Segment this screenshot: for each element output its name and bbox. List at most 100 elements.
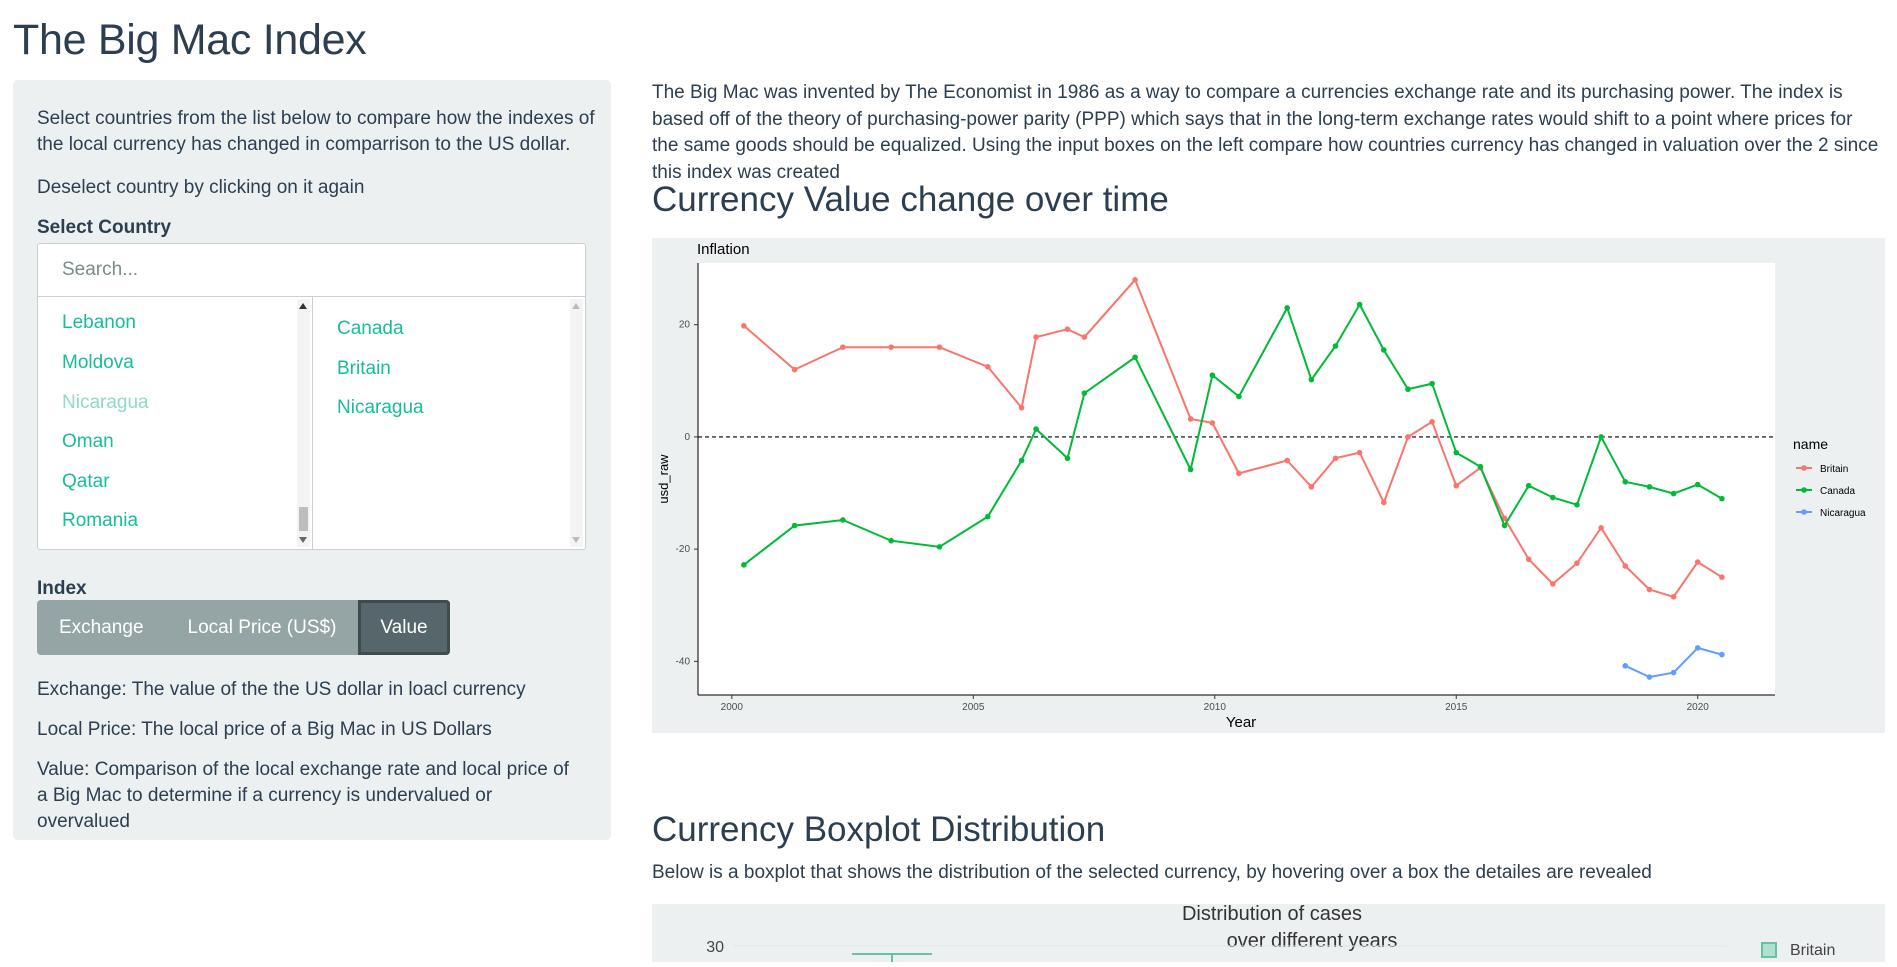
selected-item-britain[interactable]: Britain	[337, 358, 391, 380]
scroll-down-arrow-icon[interactable]	[299, 537, 307, 543]
data-point-canada[interactable]	[1670, 490, 1677, 497]
available-list-scrollbar[interactable]	[297, 299, 310, 547]
data-point-canada[interactable]	[1332, 343, 1339, 349]
data-point-canada[interactable]	[1236, 393, 1242, 400]
list-item-lebanon[interactable]: Lebanon	[62, 312, 136, 334]
local-price-button[interactable]: Local Price (US$)	[165, 600, 359, 655]
data-point-britain[interactable]	[1332, 455, 1339, 462]
data-point-canada[interactable]	[1429, 380, 1435, 387]
data-point-nicaragua[interactable]	[1694, 645, 1701, 651]
data-point-britain[interactable]	[791, 366, 798, 373]
data-point-britain[interactable]	[984, 363, 991, 370]
data-point-britain[interactable]	[1453, 482, 1460, 489]
boxplot-legend-swatch[interactable]	[1761, 942, 1777, 958]
data-point-canada[interactable]	[1719, 495, 1725, 502]
data-point-britain[interactable]	[1694, 559, 1701, 565]
data-point-britain[interactable]	[1308, 484, 1315, 490]
data-point-britain[interactable]	[1622, 563, 1629, 569]
data-point-britain[interactable]	[741, 323, 747, 329]
data-point-canada[interactable]	[741, 562, 747, 568]
data-point-canada[interactable]	[888, 537, 894, 544]
data-point-canada[interactable]	[1477, 463, 1484, 470]
data-point-canada[interactable]	[1308, 376, 1315, 383]
exchange-button[interactable]: Exchange	[37, 600, 166, 655]
data-point-canada[interactable]	[1284, 305, 1291, 311]
data-point-canada[interactable]	[1064, 455, 1071, 462]
data-point-canada[interactable]	[1453, 449, 1460, 456]
selected-item-canada[interactable]: Canada	[337, 318, 404, 340]
data-point-canada[interactable]	[1550, 494, 1556, 501]
data-point-britain[interactable]	[1284, 457, 1291, 464]
data-point-nicaragua[interactable]	[1622, 663, 1629, 669]
list-item-moldova[interactable]: Moldova	[62, 352, 134, 374]
exchange-description: Exchange: The value of the the US dollar…	[37, 679, 526, 700]
data-point-canada[interactable]	[1501, 522, 1508, 529]
data-point-britain[interactable]	[1550, 581, 1556, 587]
data-point-canada[interactable]	[1081, 390, 1088, 396]
data-point-britain[interactable]	[1405, 434, 1411, 440]
data-point-canada[interactable]	[1646, 484, 1653, 490]
data-point-britain[interactable]	[1356, 449, 1363, 456]
boxplot-chart[interactable]: Distribution of cases over different yea…	[652, 903, 1885, 962]
scroll-thumb[interactable]	[299, 507, 308, 531]
data-point-canada[interactable]	[1209, 372, 1216, 379]
data-point-canada[interactable]	[1018, 457, 1025, 464]
value-button[interactable]: Value	[358, 600, 450, 655]
data-point-britain[interactable]	[1064, 326, 1071, 333]
data-point-canada[interactable]	[1356, 301, 1363, 308]
data-point-britain[interactable]	[1236, 470, 1242, 477]
data-point-canada[interactable]	[984, 513, 991, 520]
data-point-britain[interactable]	[1381, 499, 1387, 506]
data-point-britain[interactable]	[1081, 334, 1088, 340]
data-point-canada[interactable]	[1598, 434, 1604, 440]
scroll-up-arrow-icon[interactable]	[299, 303, 307, 309]
data-point-britain[interactable]	[840, 344, 846, 350]
legend-label-britain[interactable]: Britain	[1820, 464, 1848, 475]
data-point-canada[interactable]	[1132, 354, 1138, 361]
data-point-britain[interactable]	[1670, 594, 1677, 600]
data-point-britain[interactable]	[936, 344, 943, 350]
data-point-canada[interactable]	[1622, 479, 1629, 485]
data-point-canada[interactable]	[1574, 502, 1580, 508]
boxplot-legend-britain[interactable]: Britain	[1790, 942, 1835, 959]
search-placeholder: Search...	[62, 259, 139, 280]
data-point-britain[interactable]	[1209, 420, 1216, 426]
list-item-oman[interactable]: Oman	[62, 431, 114, 453]
data-point-canada[interactable]	[1405, 386, 1411, 393]
selected-country-list[interactable]: Canada Britain Nicaragua	[313, 297, 585, 549]
data-point-canada[interactable]	[936, 544, 943, 550]
data-point-canada[interactable]	[1525, 482, 1532, 489]
data-point-britain[interactable]	[1525, 556, 1532, 563]
data-point-britain[interactable]	[1132, 277, 1138, 283]
data-point-nicaragua[interactable]	[1670, 669, 1677, 676]
data-point-canada[interactable]	[840, 517, 846, 523]
data-point-britain[interactable]	[1598, 525, 1604, 531]
selected-list-scrollbar[interactable]	[570, 299, 583, 547]
data-point-britain[interactable]	[1033, 334, 1039, 340]
data-point-britain[interactable]	[1018, 404, 1025, 411]
country-search-input[interactable]: Search...	[38, 244, 585, 297]
data-point-britain[interactable]	[1187, 416, 1194, 422]
data-point-britain[interactable]	[1646, 586, 1653, 593]
data-point-britain[interactable]	[1429, 418, 1435, 425]
data-point-canada[interactable]	[1187, 466, 1194, 473]
scroll-up-arrow-icon[interactable]	[572, 303, 580, 309]
selected-item-nicaragua[interactable]: Nicaragua	[337, 397, 424, 419]
data-point-britain[interactable]	[1719, 574, 1725, 580]
list-item-romania[interactable]: Romania	[62, 510, 138, 532]
legend-label-nicaragua[interactable]: Nicaragua	[1820, 508, 1866, 519]
data-point-nicaragua[interactable]	[1719, 651, 1725, 658]
list-item-nicaragua[interactable]: Nicaragua	[62, 392, 149, 414]
list-item-qatar[interactable]: Qatar	[62, 471, 110, 493]
data-point-canada[interactable]	[1381, 347, 1387, 353]
data-point-canada[interactable]	[1033, 426, 1039, 432]
data-point-britain[interactable]	[888, 344, 894, 350]
available-country-list[interactable]: Lebanon Moldova Nicaragua Oman Qatar Rom…	[38, 297, 313, 549]
data-point-britain[interactable]	[1574, 560, 1580, 566]
data-point-canada[interactable]	[791, 522, 798, 529]
data-point-nicaragua[interactable]	[1646, 674, 1653, 680]
scroll-down-arrow-icon[interactable]	[572, 537, 580, 543]
legend-label-canada[interactable]: Canada	[1820, 486, 1855, 497]
inflation-line-chart[interactable]: Inflation 2000 2005 2010 2015 2020-40-20020 …	[652, 238, 1885, 733]
data-point-canada[interactable]	[1694, 481, 1701, 488]
